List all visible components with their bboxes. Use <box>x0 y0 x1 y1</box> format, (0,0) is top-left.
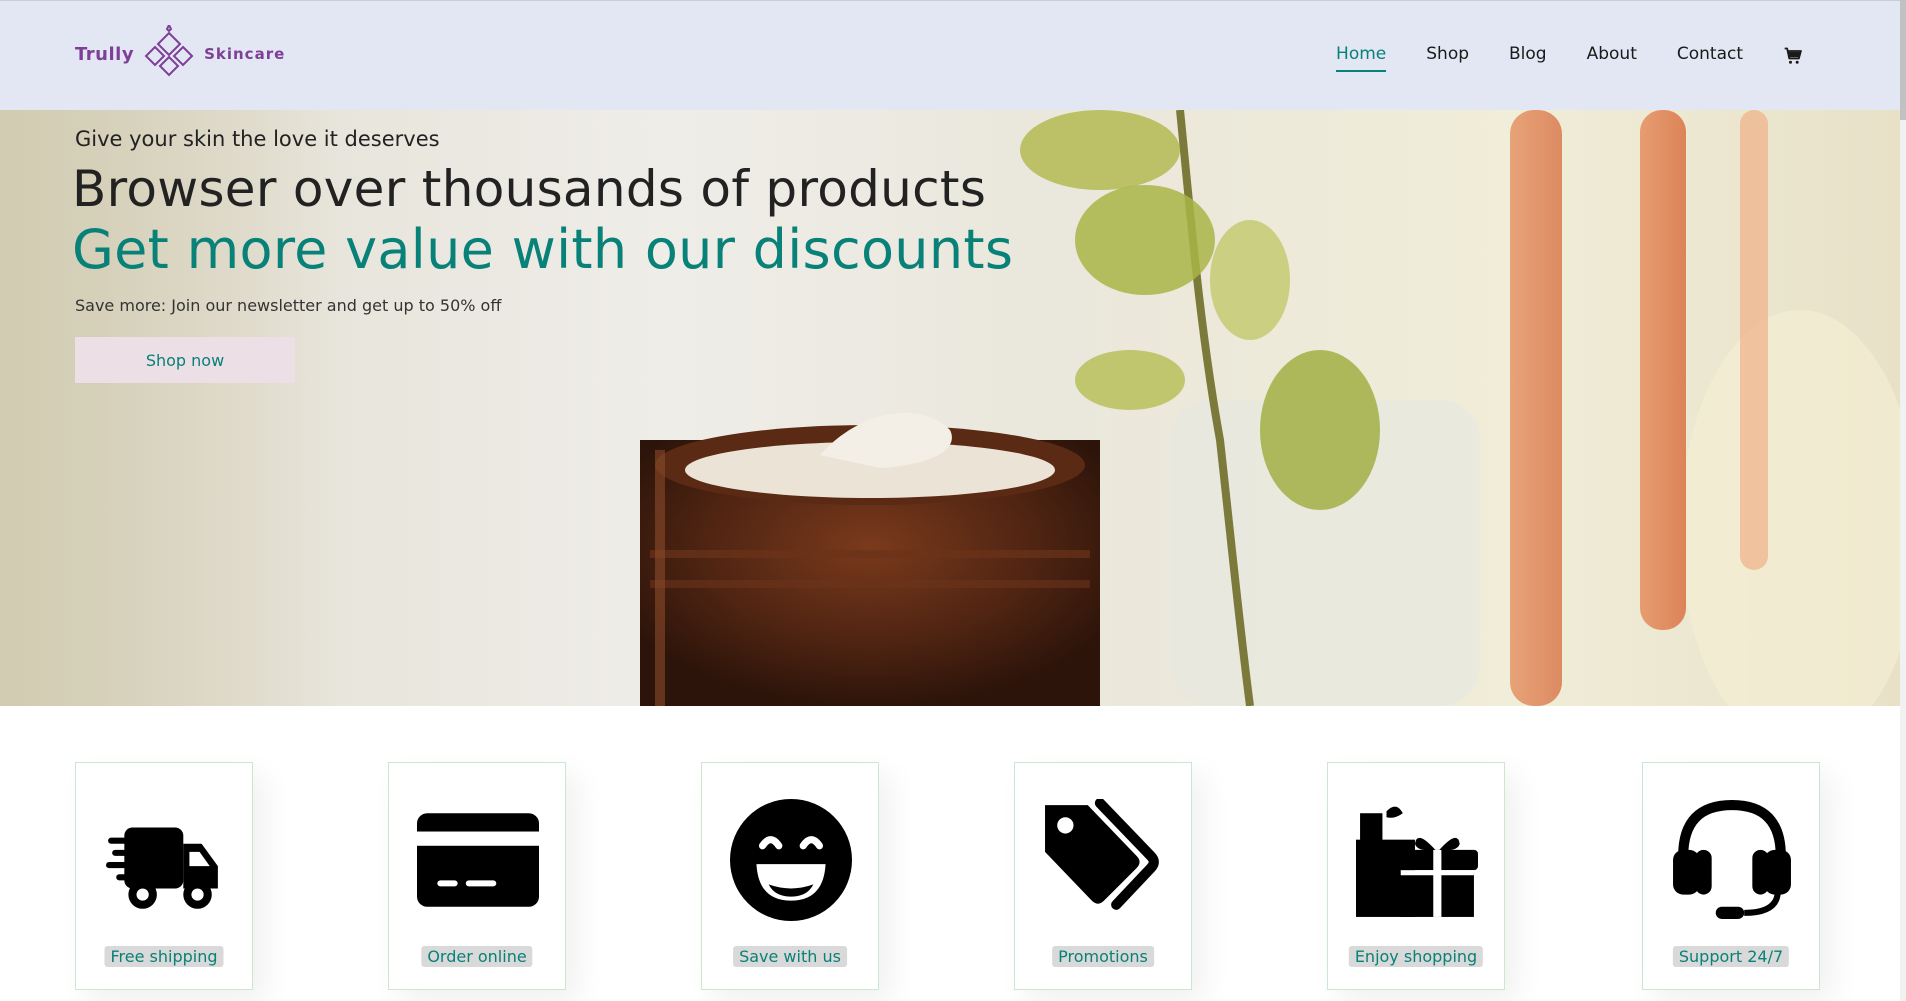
scrollbar-thumb[interactable] <box>1900 0 1906 120</box>
feature-label: Free shipping <box>104 946 224 967</box>
feature-label: Save with us <box>733 946 847 967</box>
feature-card-promotions: Promotions <box>1014 762 1192 990</box>
feature-label: Support 24/7 <box>1672 946 1790 967</box>
feature-card-free-shipping: Free shipping <box>75 762 253 990</box>
features-section: Free shipping Order online Save with us … <box>75 762 1820 990</box>
logo-diamond-icon <box>144 25 194 77</box>
smile-icon <box>730 799 852 921</box>
logo-text-left: Trully <box>75 43 135 65</box>
hero-banner: Give your skin the love it deserves Brow… <box>0 110 1900 706</box>
logo-text-right: Skincare <box>204 45 286 63</box>
logo[interactable]: Trully Skincare <box>75 21 285 87</box>
nav-shop[interactable]: Shop <box>1426 44 1469 68</box>
page-scrollbar[interactable] <box>1900 0 1906 1001</box>
feature-label: Promotions <box>1052 946 1154 967</box>
feature-card-support: Support 24/7 <box>1642 762 1820 990</box>
nav-blog[interactable]: Blog <box>1509 44 1547 68</box>
hero-subtext: Save more: Join our newsletter and get u… <box>75 296 502 315</box>
hero-highlight: Get more value with our discounts <box>72 218 1014 281</box>
hero-eyebrow: Give your skin the love it deserves <box>75 127 440 151</box>
feature-card-enjoy-shopping: Enjoy shopping <box>1327 762 1505 990</box>
feature-card-save-with-us: Save with us <box>701 762 879 990</box>
tags-icon <box>1045 799 1159 910</box>
nav-about[interactable]: About <box>1587 44 1637 68</box>
main-nav: Home Shop Blog About Contact <box>1296 1 1803 111</box>
nav-contact[interactable]: Contact <box>1677 44 1743 68</box>
headset-icon <box>1673 800 1791 919</box>
nav-home[interactable]: Home <box>1336 44 1387 72</box>
credit-card-icon <box>417 813 539 907</box>
hero-headline: Browser over thousands of products <box>72 160 987 218</box>
site-header: Trully Skincare Home Shop Blog About Con… <box>0 0 1903 110</box>
feature-label: Enjoy shopping <box>1348 946 1484 967</box>
gifts-icon <box>1356 806 1478 917</box>
truck-icon <box>106 827 218 909</box>
shop-now-button[interactable]: Shop now <box>75 337 295 383</box>
feature-label: Order online <box>421 946 533 967</box>
feature-card-order-online: Order online <box>388 762 566 990</box>
cart-icon[interactable] <box>1783 46 1803 66</box>
